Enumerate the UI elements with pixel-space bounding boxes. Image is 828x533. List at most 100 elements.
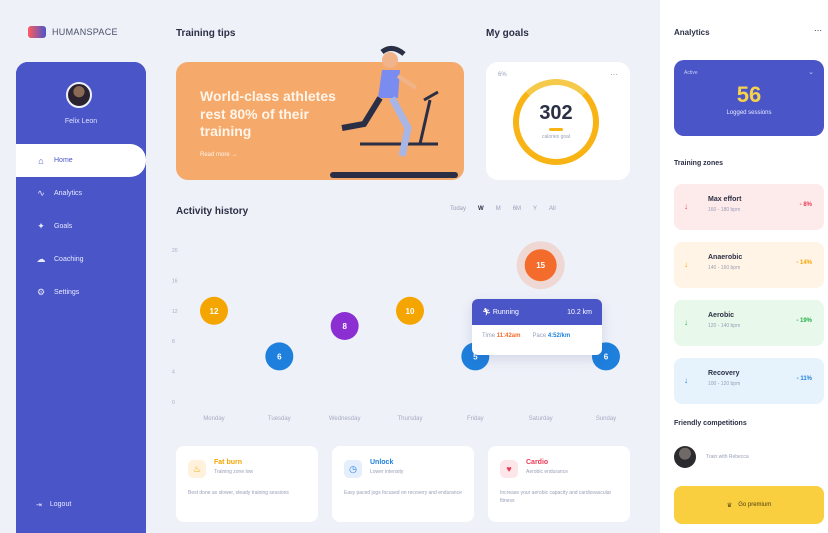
zone-range: 140 - 160 bpm bbox=[708, 265, 741, 271]
y-tick-label: 0 bbox=[172, 400, 175, 406]
filter-all[interactable]: All bbox=[549, 206, 556, 212]
y-tick-label: 20 bbox=[172, 248, 178, 254]
sidebar-item-label: Coaching bbox=[54, 256, 84, 263]
data-point-label: 10 bbox=[406, 307, 415, 316]
tooltip-time-value: 11:42am bbox=[496, 333, 521, 339]
treadmill-belt bbox=[330, 172, 458, 178]
zone-percent: - 8% bbox=[799, 202, 812, 208]
data-point-label: 8 bbox=[342, 322, 347, 331]
goal-menu-icon[interactable]: ⋯ bbox=[610, 70, 618, 79]
filter-y[interactable]: Y bbox=[533, 206, 537, 212]
zones-title: Training zones bbox=[674, 160, 724, 167]
arrow-down-icon: ↓ bbox=[684, 202, 688, 211]
activity-tooltip: 🏃︎ Running 10.2 km Time 11:42am Pace 4:5… bbox=[472, 299, 602, 355]
analytics-value: 56 bbox=[736, 82, 762, 107]
filter-6m[interactable]: 6M bbox=[513, 206, 521, 212]
goal-underline bbox=[549, 128, 563, 131]
competitions-title: Friendly competitions bbox=[674, 420, 747, 427]
runner-arm bbox=[396, 74, 418, 90]
activity-card[interactable]: ◷ Unlock Lower intensity Easy paced jogs fo… bbox=[332, 446, 474, 522]
activity-card[interactable]: ♨ Fat burn Training zone low Best done as s… bbox=[176, 446, 318, 522]
data-point-label: 15 bbox=[536, 261, 545, 270]
zone-range: 100 - 120 bpm bbox=[708, 381, 741, 387]
tooltip-activity: 🏃︎ Running bbox=[482, 308, 519, 316]
y-tick-label: 8 bbox=[172, 339, 175, 345]
arrow-down-icon: ↓ bbox=[684, 376, 688, 385]
brand[interactable]: HUMANSPACE bbox=[28, 26, 118, 38]
activity-card-sub: Lower intensity bbox=[370, 469, 404, 475]
data-point[interactable]: 6 bbox=[265, 342, 294, 371]
activity-card-title: Cardio bbox=[526, 459, 549, 466]
activity-card-sub: Training zone low bbox=[214, 469, 254, 475]
zone-card[interactable]: ↓ Max effort 160 - 180 bpm - 8% bbox=[674, 184, 824, 230]
x-tick-label: Monday bbox=[203, 416, 224, 422]
treadmill-handle bbox=[423, 90, 439, 102]
zone-card[interactable]: ↓ Recovery 100 - 120 bpm - 11% bbox=[674, 358, 824, 404]
activity-card[interactable]: ♥ Cardio Aerobic endurance Increase your ae… bbox=[488, 446, 630, 522]
crown-icon: ♛ bbox=[726, 502, 733, 509]
tooltip-activity-name: Running bbox=[492, 309, 519, 316]
x-tick-label: Wednesday bbox=[329, 416, 361, 422]
zone-name: Max effort bbox=[708, 196, 742, 203]
goals-title: My goals bbox=[486, 28, 529, 39]
logout-icon: ⇥ bbox=[36, 502, 42, 509]
y-tick-label: 4 bbox=[172, 370, 175, 376]
filter-m[interactable]: M bbox=[496, 206, 501, 212]
filter-w[interactable]: W bbox=[478, 206, 484, 212]
y-tick-label: 12 bbox=[172, 309, 178, 315]
goal-value: 302 bbox=[539, 102, 573, 124]
data-point[interactable]: 15 bbox=[524, 249, 557, 282]
sidebar-item-home[interactable]: ⌂ Home bbox=[16, 144, 146, 177]
sidebar-item-label: Goals bbox=[54, 223, 73, 230]
goal-tag: 6% bbox=[498, 72, 507, 78]
tooltip-distance: 10.2 km bbox=[567, 308, 592, 316]
sidebar-nav: ⌂ Home ∿ Analytics ✦ Goals ☁ Coaching ⚙ Settings bbox=[16, 144, 146, 309]
analytics-icon: ∿ bbox=[37, 188, 45, 198]
runner-front-leg bbox=[388, 96, 412, 157]
analytics-menu-icon[interactable]: ⋯ bbox=[814, 26, 822, 35]
zone-percent: - 14% bbox=[796, 260, 812, 266]
activity-card-sub: Aerobic endurance bbox=[526, 469, 568, 475]
read-more-link[interactable]: Read more → bbox=[200, 152, 237, 158]
coaching-icon: ☁ bbox=[36, 254, 46, 264]
tooltip-pace-label: Pace bbox=[532, 333, 547, 339]
flame-icon: ♨ bbox=[188, 460, 206, 478]
activity-card-desc: Increase your aerobic capacity and cardi… bbox=[500, 490, 612, 504]
zone-card[interactable]: ↓ Aerobic 120 - 140 bpm - 19% bbox=[674, 300, 824, 346]
data-point[interactable]: 8 bbox=[330, 312, 359, 340]
profile-name: Felix Leon bbox=[64, 118, 98, 125]
analytics-card[interactable]: Active ⌄ 56 Logged sessions bbox=[674, 60, 824, 136]
sidebar-item-analytics[interactable]: ∿ Analytics bbox=[16, 177, 146, 210]
goal-card[interactable]: 6% ⋯ 302 calories goal bbox=[486, 62, 630, 180]
avatar[interactable] bbox=[66, 82, 92, 108]
runner-shirt bbox=[378, 70, 400, 98]
goal-sub: calories goal bbox=[541, 134, 571, 140]
x-tick-label: Saturday bbox=[529, 416, 553, 422]
competition-entry[interactable]: Train with Rebecca bbox=[674, 446, 749, 468]
logout-button[interactable]: ⇥ Logout bbox=[36, 501, 71, 509]
runner-illustration bbox=[330, 46, 458, 178]
sidebar-item-label: Analytics bbox=[54, 190, 83, 197]
stopwatch-icon: ◷ bbox=[344, 460, 362, 478]
zone-card[interactable]: ↓ Anaerobic 140 - 160 bpm - 14% bbox=[674, 242, 824, 288]
arrow-down-icon: ↓ bbox=[684, 260, 688, 269]
activity-card-title: Unlock bbox=[370, 459, 394, 466]
go-premium-button[interactable]: ♛ Go premium bbox=[674, 486, 824, 524]
activity-title: Activity history bbox=[176, 206, 249, 217]
filter-today[interactable]: Today bbox=[450, 206, 466, 212]
activity-card-desc: Easy paced jogs focused on recovery and … bbox=[344, 490, 462, 496]
sidebar-item-coaching[interactable]: ☁ Coaching bbox=[16, 243, 146, 276]
tooltip-pace-value: 4:52/km bbox=[547, 333, 571, 339]
x-tick-label: Friday bbox=[467, 416, 484, 422]
sidebar-item-settings[interactable]: ⚙ Settings bbox=[16, 276, 146, 309]
data-point[interactable]: 12 bbox=[200, 296, 228, 325]
right-panel: Analytics ⋯ Active ⌄ 56 Logged sessions … bbox=[660, 0, 828, 533]
y-tick-label: 16 bbox=[172, 278, 178, 284]
logout-label: Logout bbox=[49, 501, 72, 508]
zone-range: 160 - 180 bpm bbox=[708, 207, 741, 213]
running-icon: 🏃︎ bbox=[482, 309, 491, 316]
analytics-sub: Logged sessions bbox=[726, 110, 772, 116]
sidebar-item-goals[interactable]: ✦ Goals bbox=[16, 210, 146, 243]
data-point[interactable]: 10 bbox=[396, 296, 424, 325]
collapse-icon[interactable]: ⌄ bbox=[808, 68, 814, 76]
